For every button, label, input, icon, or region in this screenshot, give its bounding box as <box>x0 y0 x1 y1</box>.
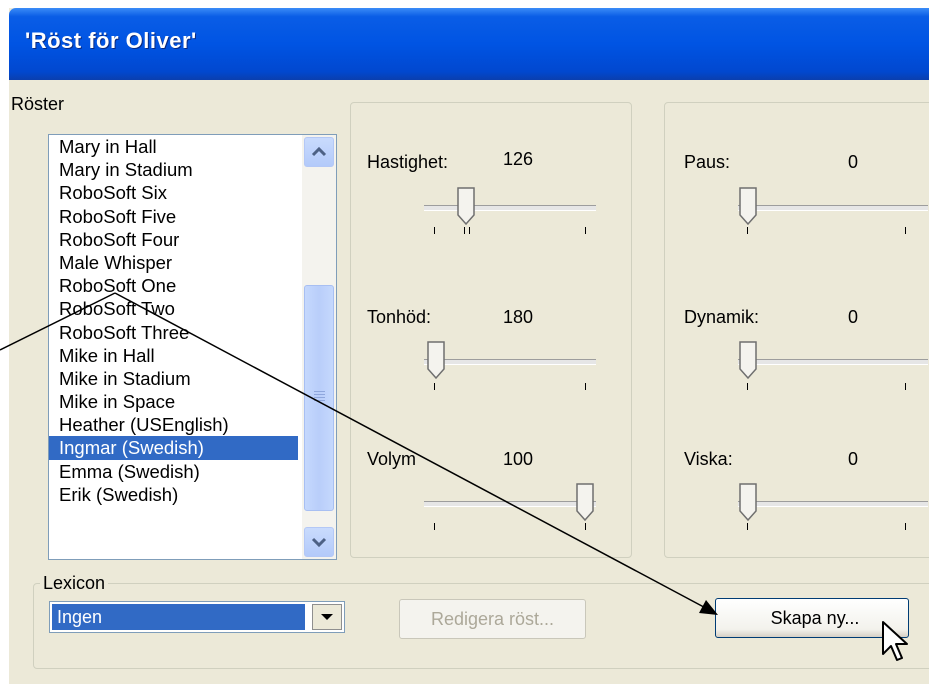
annotation-arrow-icon <box>0 292 718 615</box>
